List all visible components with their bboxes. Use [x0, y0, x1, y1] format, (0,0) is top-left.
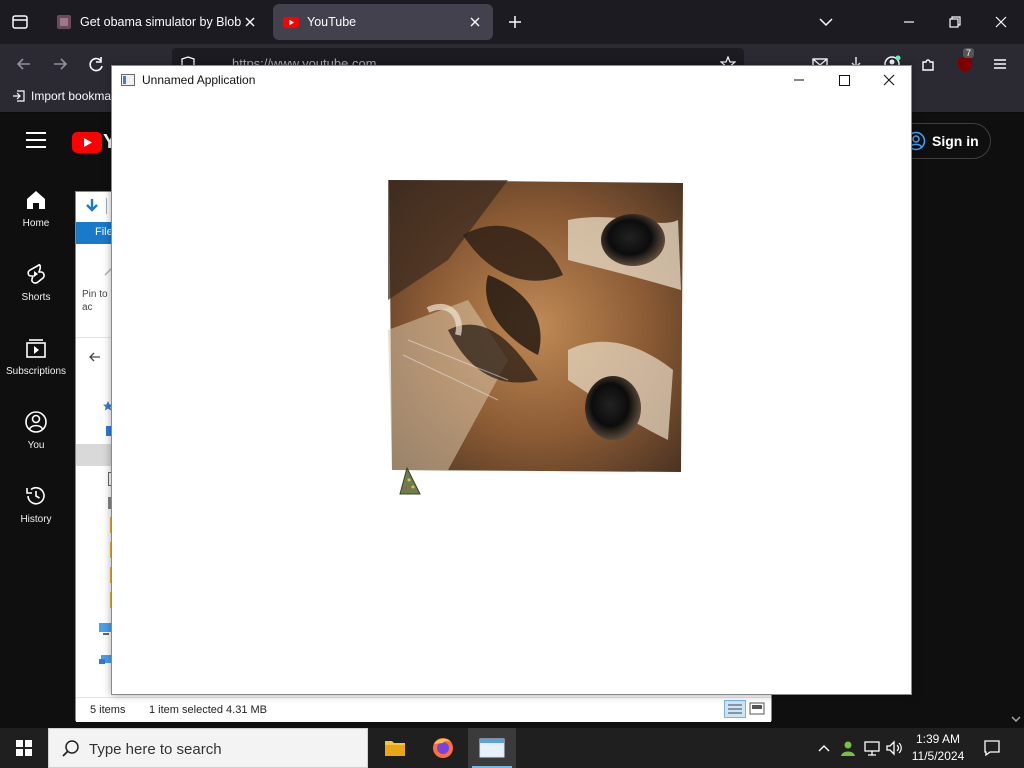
youtube-play-logo-icon [72, 132, 102, 153]
tab-list-icon [12, 15, 28, 29]
close-icon [995, 16, 1007, 28]
close-tab-icon[interactable] [242, 14, 258, 30]
nav-label: History [20, 514, 52, 525]
selection-info: 1 item selected 4.31 MB [149, 704, 268, 716]
search-placeholder: Type here to search [89, 741, 222, 758]
selected-nav-row[interactable] [76, 444, 116, 466]
volume-icon[interactable] [884, 738, 904, 758]
pin-quick-access-button[interactable]: Pin to ac [82, 288, 114, 314]
toolbar-divider [106, 198, 107, 214]
you-icon [25, 411, 47, 433]
clock-time: 1:39 AM [915, 732, 961, 746]
notifications-icon[interactable] [982, 738, 1002, 758]
app-minimize-button[interactable] [776, 66, 822, 95]
clock-date: 11/5/2024 [911, 749, 965, 763]
nav-shorts[interactable]: Shorts [0, 262, 72, 303]
start-button[interactable] [0, 728, 48, 768]
import-icon [12, 89, 26, 103]
app-window-icon [479, 738, 505, 758]
taskbar-file-explorer[interactable] [371, 728, 419, 768]
file-explorer-folder-icon [385, 741, 405, 756]
minimize-icon [904, 21, 914, 23]
tab-youtube[interactable]: YouTube [273, 4, 493, 40]
close-icon [883, 74, 895, 86]
minimize-icon [794, 79, 804, 81]
app-maximize-button[interactable] [821, 66, 867, 95]
chevron-down-icon [819, 18, 833, 27]
ribbon-separator [76, 337, 116, 338]
taskbar-firefox[interactable] [419, 728, 467, 768]
browser-tab-strip: Get obama simulator by Blob YouTube [0, 0, 1024, 44]
subscriptions-icon [26, 339, 46, 358]
maximize-icon [839, 75, 850, 86]
party-hat-cursor-icon [399, 466, 421, 495]
explorer-status-bar: 5 items 1 item selected 4.31 MB [76, 697, 771, 722]
nav-label: You [27, 440, 45, 451]
extensions-icon[interactable] [918, 54, 938, 74]
taskbar-clock[interactable]: 1:39 AM 11/5/2024 [906, 731, 970, 765]
extension-badge: 7 [963, 48, 975, 58]
details-view-icon[interactable] [724, 700, 746, 718]
app-window-icon [121, 74, 135, 86]
large-icons-view-icon[interactable] [748, 700, 766, 718]
menu-icon[interactable] [990, 54, 1010, 74]
nav-label: Shorts [21, 292, 51, 303]
show-hidden-icons-icon[interactable] [814, 738, 834, 758]
nav-label: Subscriptions [5, 366, 67, 377]
firefox-icon [433, 738, 453, 758]
reload-icon[interactable] [86, 54, 106, 74]
browser-minimize-button[interactable] [895, 8, 923, 36]
windows-taskbar: Type here to search 1:39 AM 11/5/2024 [0, 728, 1024, 768]
nav-you[interactable]: You [0, 410, 72, 451]
nav-label: Home [22, 218, 50, 229]
tab-overview-button[interactable] [6, 8, 34, 36]
history-icon [26, 486, 45, 505]
nav-history[interactable]: History [0, 484, 72, 525]
user-tray-icon[interactable] [838, 738, 858, 758]
tab-obama-simulator[interactable]: Get obama simulator by Blob [46, 4, 268, 40]
home-icon [27, 191, 45, 209]
shorts-icon [27, 263, 45, 284]
import-bookmarks-button[interactable]: Import bookma [12, 89, 111, 103]
nav-subscriptions[interactable]: Subscriptions [0, 336, 72, 377]
sign-in-label: Sign in [932, 133, 979, 149]
itch-favicon-icon [57, 15, 71, 29]
close-tab-icon[interactable] [467, 14, 483, 30]
app-window-title: Unnamed Application [142, 73, 256, 87]
taskbar-search-box[interactable]: Type here to search [48, 728, 368, 768]
quick-access-download-icon[interactable] [83, 197, 101, 215]
hamburger-menu-icon[interactable] [26, 131, 46, 149]
ublock-extension-button[interactable]: 7 [954, 48, 976, 75]
import-bookmarks-label: Import bookma [31, 89, 112, 103]
browser-close-button[interactable] [987, 8, 1015, 36]
back-arrow-icon[interactable] [88, 350, 102, 364]
new-tab-button[interactable] [501, 8, 529, 36]
cat-face-image [388, 180, 683, 472]
tab-title: YouTube [307, 15, 357, 29]
item-count: 5 items [90, 704, 126, 716]
tab-title: Get obama simulator by Blob [80, 15, 242, 29]
nav-home[interactable]: Home [0, 188, 72, 229]
restore-icon [949, 16, 961, 28]
back-icon[interactable] [14, 54, 34, 74]
search-icon [62, 740, 79, 757]
browser-restore-button[interactable] [941, 8, 969, 36]
plus-icon [509, 16, 521, 28]
unnamed-application-window: Unnamed Application [111, 65, 912, 695]
app-close-button[interactable] [866, 66, 912, 95]
taskbar-unnamed-app[interactable] [468, 728, 516, 768]
network-icon[interactable] [862, 738, 882, 758]
scroll-down-icon[interactable] [1010, 713, 1022, 725]
forward-icon[interactable] [50, 54, 70, 74]
windows-logo-icon [16, 740, 32, 756]
list-all-tabs-button[interactable] [812, 8, 840, 36]
youtube-favicon-icon [283, 17, 299, 28]
youtube-logo[interactable]: Y [72, 131, 116, 154]
